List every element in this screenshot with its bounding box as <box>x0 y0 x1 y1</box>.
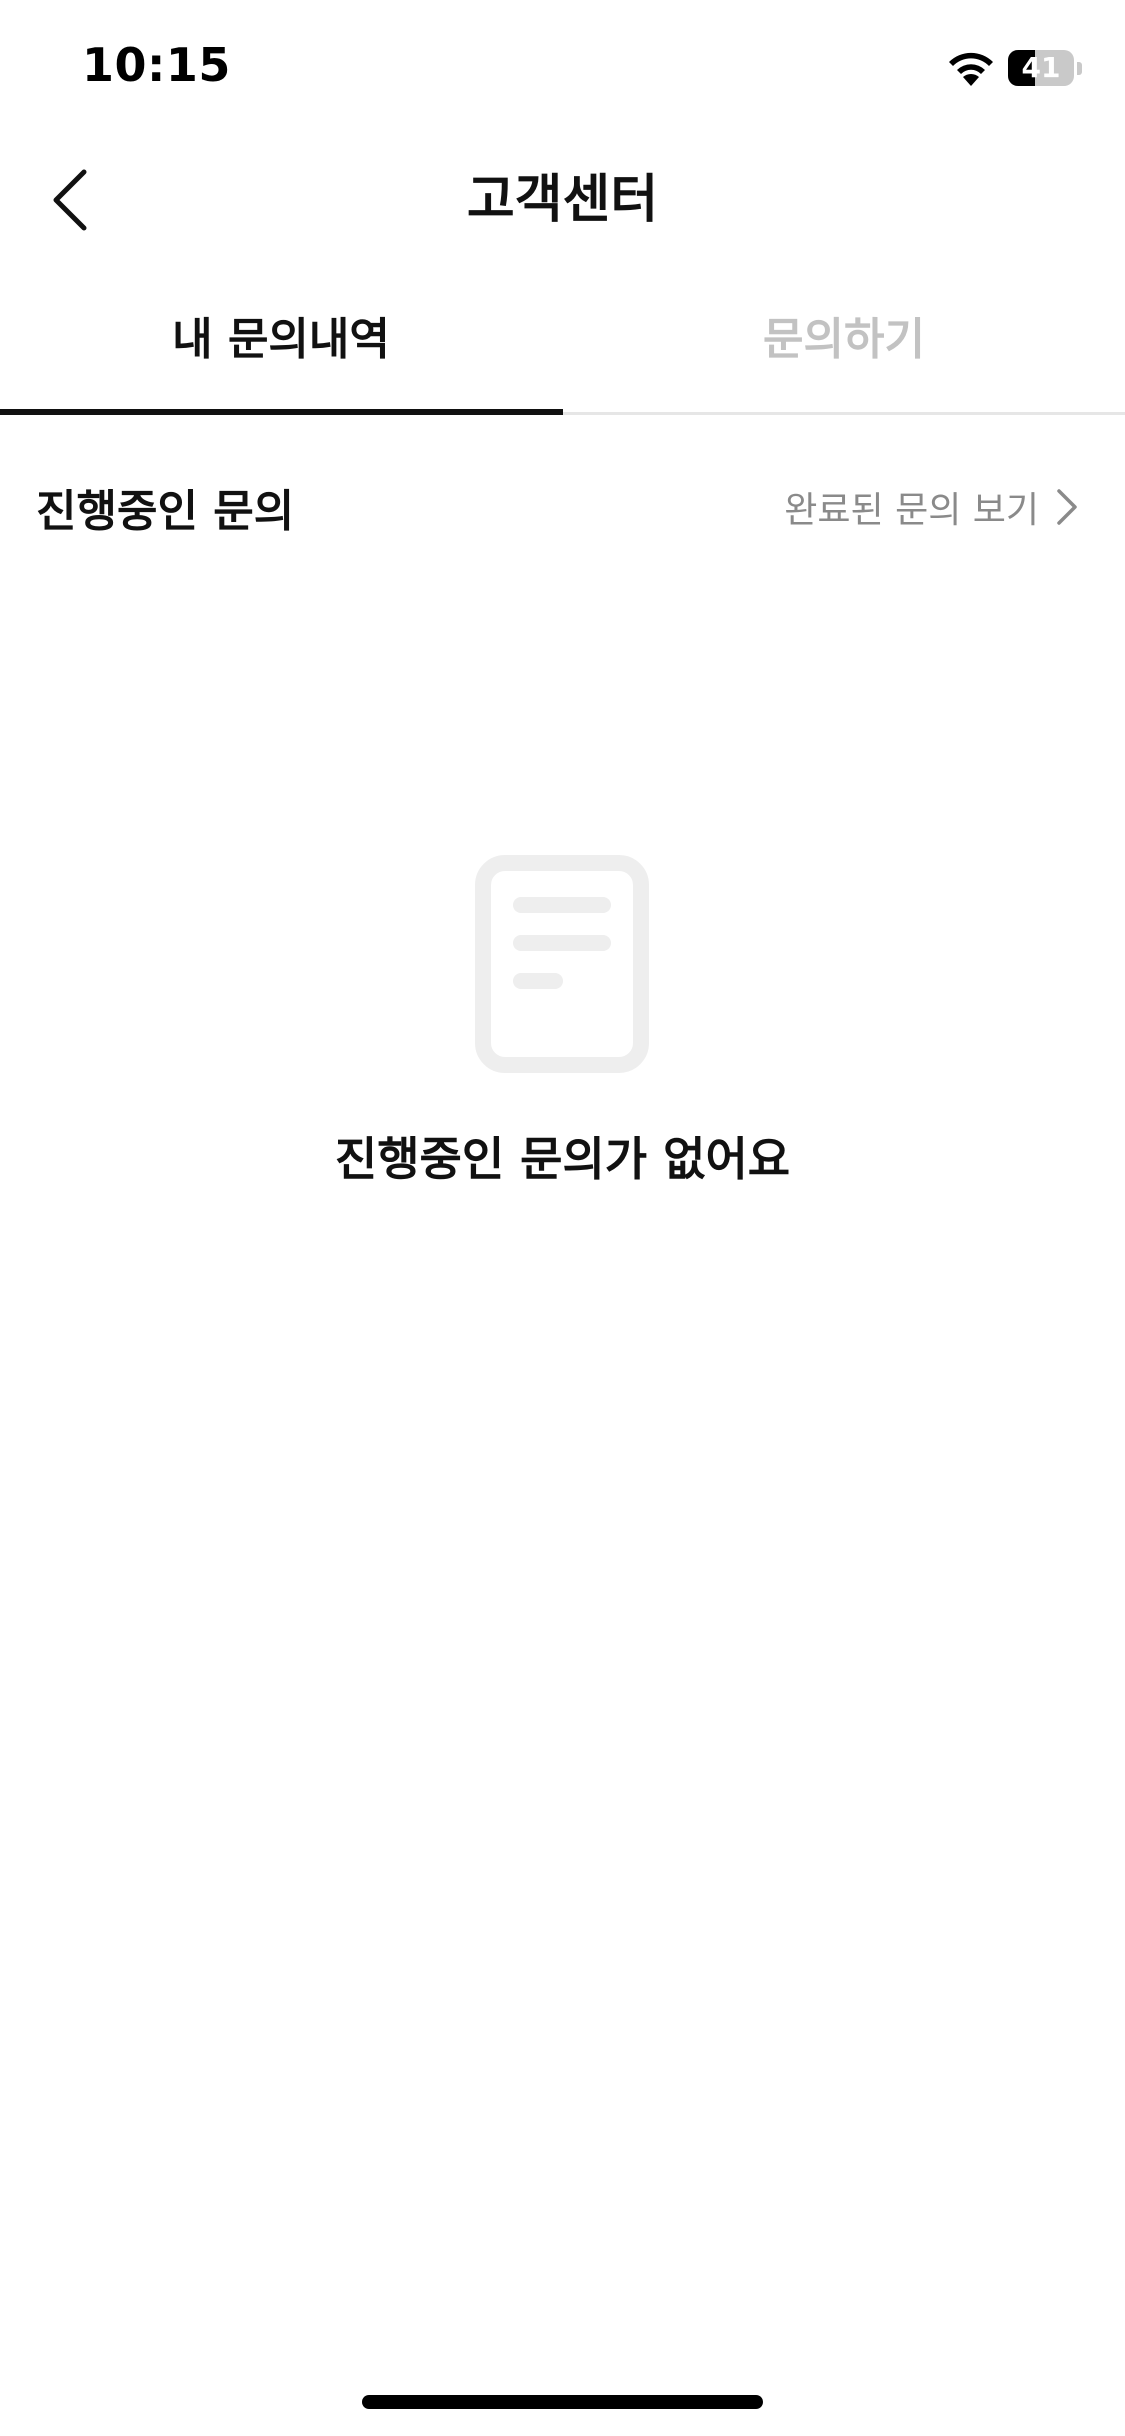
chevron-right-icon <box>1057 489 1077 525</box>
battery-body: 41 <box>1008 50 1074 86</box>
view-completed-inquiries-link[interactable]: 완료된 문의 보기 <box>784 481 1081 533</box>
active-tab-indicator <box>0 409 563 415</box>
tab-my-inquiries[interactable]: 내 문의내역 <box>0 285 562 415</box>
section-header: 진행중인 문의 완료된 문의 보기 <box>0 455 1125 565</box>
wifi-icon <box>949 52 993 86</box>
page-title: 고객센터 <box>466 170 659 230</box>
empty-state: 진행중인 문의가 없어요 <box>0 855 1125 1195</box>
back-button[interactable] <box>40 162 116 238</box>
customer-center-screen: 10:15 41 고객센터 내 문의내역 문의하기 진행중인 문의 완료된 문의… <box>0 0 1125 2436</box>
tab-bar: 내 문의내역 문의하기 <box>0 285 1125 415</box>
battery-level-text: 41 <box>1021 51 1061 84</box>
battery-cap <box>1077 62 1082 75</box>
battery-indicator: 41 <box>1008 50 1086 88</box>
home-indicator[interactable] <box>362 2395 763 2409</box>
status-bar: 10:15 41 <box>0 0 1125 140</box>
status-time: 10:15 <box>82 38 231 92</box>
section-title: 진행중인 문의 <box>36 486 295 537</box>
document-icon <box>475 855 649 1073</box>
empty-state-message: 진행중인 문의가 없어요 <box>334 1132 791 1186</box>
tab-make-inquiry[interactable]: 문의하기 <box>563 285 1125 415</box>
chevron-left-icon <box>53 169 87 231</box>
view-completed-inquiries-label: 완료된 문의 보기 <box>784 490 1039 531</box>
navigation-bar: 고객센터 <box>0 140 1125 260</box>
